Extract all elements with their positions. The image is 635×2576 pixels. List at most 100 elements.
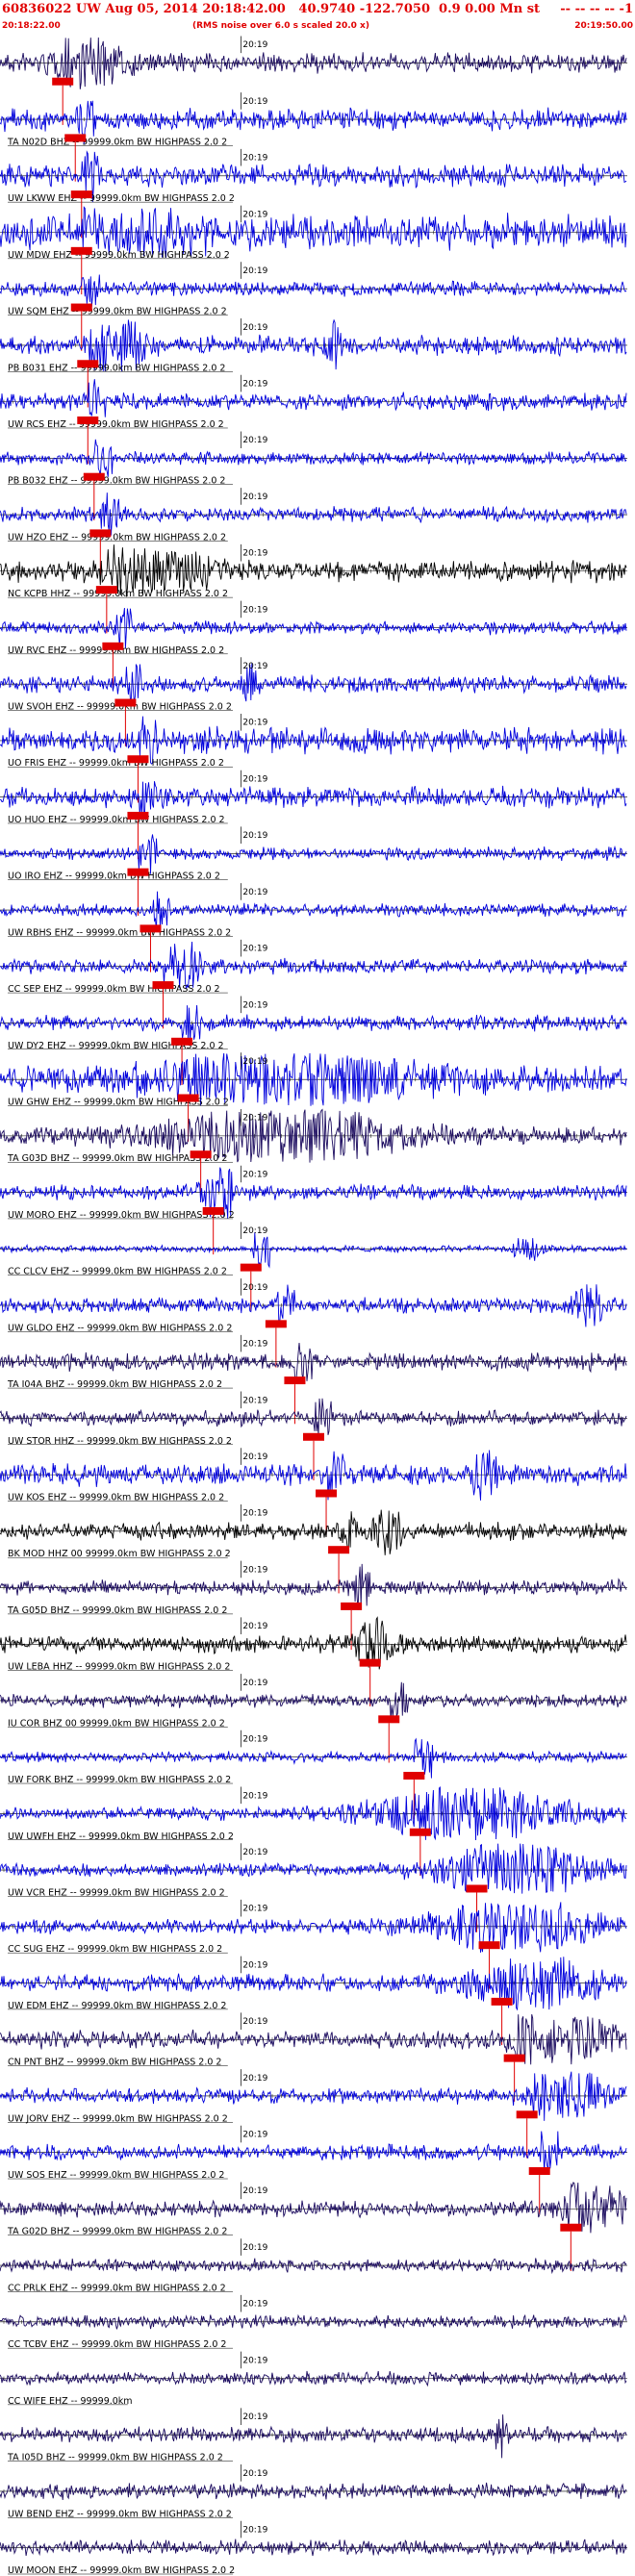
pick-flag bbox=[202, 1206, 224, 1215]
pick-flag bbox=[316, 1489, 338, 1498]
station-label: TA I04A BHZ -- 99999.0km BW HIGHPASS 2.0… bbox=[7, 1379, 222, 1390]
waveform bbox=[0, 379, 627, 417]
station-label: UW FORK BHZ -- 99999.0km BW HIGHPASS 2.0… bbox=[8, 1775, 231, 1785]
pick-flag bbox=[140, 924, 162, 933]
station-label: UW MOON EHZ -- 99999.0km BW HIGHPASS 2.0… bbox=[8, 2565, 235, 2576]
minute-label: 20:19 bbox=[242, 1283, 267, 1293]
pick-flag bbox=[303, 1432, 324, 1441]
station-label: UW BEND EHZ -- 99999.0km BW HIGHPASS 2.0… bbox=[8, 2509, 232, 2519]
pick-flag bbox=[77, 416, 99, 424]
minute-label: 20:19 bbox=[242, 379, 267, 389]
minute-label: 20:19 bbox=[242, 1396, 267, 1405]
waveform bbox=[0, 1398, 627, 1436]
waveform bbox=[0, 1563, 627, 1610]
pick-flag bbox=[403, 1772, 425, 1780]
pick-flag bbox=[478, 1941, 500, 1950]
minute-label: 20:19 bbox=[242, 945, 267, 954]
pick-flag bbox=[70, 246, 92, 255]
minute-label: 20:19 bbox=[242, 1340, 267, 1350]
station-label: UW STOR HHZ -- 99999.0km BW HIGHPASS 2.0… bbox=[8, 1436, 232, 1447]
waveform bbox=[0, 37, 627, 89]
station-label: UW MORO EHZ -- 99999.0km BW HIGHPASS 2.0… bbox=[8, 1210, 235, 1221]
minute-label: 20:19 bbox=[242, 2017, 267, 2027]
station-label: TA G05D BHZ -- 99999.0km BW HIGHPASS 2.0… bbox=[7, 1605, 227, 1616]
start-time: 20:18:22.00 bbox=[2, 21, 61, 31]
minute-label: 20:19 bbox=[242, 1226, 267, 1236]
minute-label: 20:19 bbox=[242, 2074, 267, 2084]
station-label: CC WIFE EHZ -- 99999.0km bbox=[8, 2396, 133, 2407]
waveform bbox=[0, 1843, 627, 1894]
minute-label: 20:19 bbox=[242, 888, 267, 897]
event-right-marker: -- -- -- -- -1 bbox=[560, 2, 633, 16]
minute-label: 20:19 bbox=[242, 1170, 267, 1179]
station-label: UW SOS EHZ -- 99999.0km BW HIGHPASS 2.0 … bbox=[8, 2170, 224, 2181]
pick-flag bbox=[491, 1997, 513, 2006]
pick-flag bbox=[95, 586, 117, 594]
pick-flag bbox=[378, 1715, 400, 1724]
minute-label: 20:19 bbox=[242, 1848, 267, 1857]
pick-flag bbox=[52, 77, 74, 86]
minute-label: 20:19 bbox=[242, 2243, 267, 2253]
waveform bbox=[0, 891, 627, 932]
waveform bbox=[0, 663, 627, 703]
pick-flag bbox=[516, 2110, 538, 2119]
waveform bbox=[0, 1342, 627, 1383]
pick-flag bbox=[70, 190, 92, 199]
minute-label: 20:19 bbox=[242, 605, 267, 615]
pick-flag bbox=[177, 1094, 199, 1102]
station-label: CN PNT BHZ -- 99999.0km BW HIGHPASS 2.0 … bbox=[8, 2058, 221, 2068]
waveform bbox=[0, 781, 627, 818]
waveform bbox=[0, 1232, 627, 1269]
station-label: CC PRLK EHZ -- 99999.0km BW HIGHPASS 2.0… bbox=[8, 2283, 226, 2293]
minute-label: 20:19 bbox=[242, 2186, 267, 2196]
station-label: PB B032 EHZ -- 99999.0km BW HIGHPASS 2.0… bbox=[8, 476, 225, 487]
minute-label: 20:19 bbox=[242, 2525, 267, 2535]
minute-label: 20:19 bbox=[242, 1057, 267, 1067]
pick-flag bbox=[265, 1320, 287, 1328]
pick-flag bbox=[114, 698, 137, 707]
minute-label: 20:19 bbox=[242, 831, 267, 841]
station-label: UW MDW EHZ -- 99999.0km BW HIGHPASS 2.0 … bbox=[8, 250, 230, 261]
station-label: UW JORV EHZ -- 99999.0km BW HIGHPASS 2.0… bbox=[8, 2113, 228, 2124]
pick-flag bbox=[127, 755, 149, 764]
minute-label: 20:19 bbox=[242, 97, 267, 107]
minute-label: 20:19 bbox=[242, 1000, 267, 1010]
rms-note: (RMS noise over 6.0 s scaled 20.0 x) bbox=[192, 21, 369, 31]
waveform bbox=[0, 941, 627, 990]
minute-label: 20:19 bbox=[242, 1905, 267, 1914]
pick-flag bbox=[284, 1376, 306, 1385]
waveform bbox=[0, 1681, 627, 1720]
waveform bbox=[0, 716, 627, 765]
pick-flag bbox=[466, 1884, 488, 1893]
station-label: PB B031 EHZ -- 99999.0km BW HIGHPASS 2.0… bbox=[8, 363, 225, 373]
pick-flag bbox=[64, 134, 87, 142]
station-label: UW LEBA HHZ -- 99999.0km BW HIGHPASS 2.0… bbox=[8, 1662, 230, 1673]
station-label: UW GLDO EHZ -- 99999.0km BW HIGHPASS 2.0… bbox=[8, 1323, 232, 1333]
station-label: UO FRIS EHZ -- 99999.0km BW HIGHPASS 2.0… bbox=[8, 758, 224, 769]
station-label: UW VCR EHZ -- 99999.0km BW HIGHPASS 2.0 … bbox=[8, 1887, 225, 1898]
waveform bbox=[0, 607, 627, 649]
pick-flag bbox=[328, 1546, 350, 1554]
pick-flag bbox=[359, 1658, 381, 1667]
waveform bbox=[0, 274, 627, 307]
event-title: 60836022 UW Aug 05, 2014 20:18:42.00 40.… bbox=[2, 2, 541, 16]
seismogram-plot: 20:19 20:19 TA N02D BHZ -- 99999.0km BW HI… bbox=[0, 36, 627, 2576]
pick-flag bbox=[560, 2223, 582, 2232]
pick-flag bbox=[127, 868, 149, 876]
pick-flag bbox=[171, 1037, 193, 1046]
minute-label: 20:19 bbox=[242, 719, 267, 728]
station-label: UO IRO EHZ -- 99999.0km BW HIGHPASS 2.0 … bbox=[8, 871, 220, 882]
minute-label: 20:19 bbox=[242, 1622, 267, 1631]
end-time: 20:19:50.00 bbox=[574, 21, 633, 31]
pick-flag bbox=[503, 2054, 525, 2062]
station-label: UO HUO EHZ -- 99999.0km BW HIGHPASS 2.0 … bbox=[8, 815, 225, 825]
station-label: UW SQM EHZ -- 99999.0km BW HIGHPASS 2.0 … bbox=[8, 307, 227, 317]
minute-label: 20:19 bbox=[242, 2356, 267, 2365]
pick-flag bbox=[240, 1263, 262, 1272]
minute-label: 20:19 bbox=[242, 266, 267, 276]
station-label: BK MOD HHZ 00 99999.0km BW HIGHPASS 2.0 … bbox=[8, 1549, 231, 1559]
minute-label: 20:19 bbox=[242, 1509, 267, 1519]
minute-label: 20:19 bbox=[242, 774, 267, 784]
minute-label: 20:19 bbox=[242, 2131, 267, 2140]
waveform bbox=[0, 834, 627, 874]
